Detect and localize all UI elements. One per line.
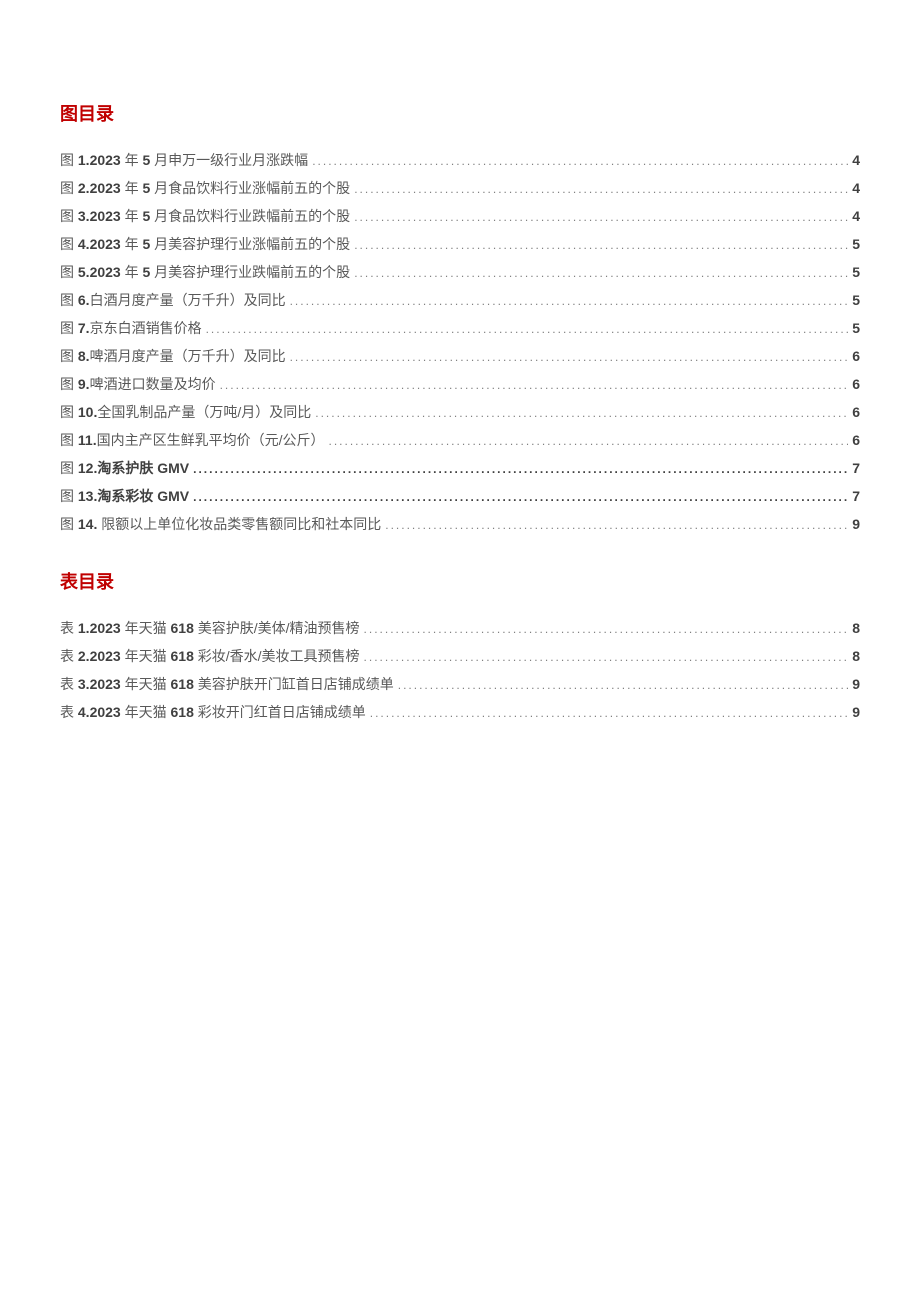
- figure-toc-row[interactable]: 图 10.全国乳制品产量（万吨/月）及同比...................…: [60, 398, 860, 426]
- toc-page-number: 4: [852, 174, 860, 202]
- figure-toc-row[interactable]: 图 13.淘系彩妆 GMV ..........................…: [60, 482, 860, 510]
- toc-entry-label: 表 4.2023 年天猫 618 彩妆开门红首日店铺成绩单: [60, 698, 366, 726]
- figure-toc-row[interactable]: 图 14. 限额以上单位化妆品类零售额同比和社本同比 .............…: [60, 510, 860, 538]
- toc-leader-dots: ........................................…: [354, 261, 848, 286]
- toc-leader-dots: ........................................…: [370, 701, 848, 726]
- toc-page-number: 6: [852, 342, 860, 370]
- toc-leader-dots: ........................................…: [364, 645, 849, 670]
- toc-page-number: 5: [852, 258, 860, 286]
- table-toc-row[interactable]: 表 1.2023 年天猫 618 美容护肤/美体/精油预售榜 .........…: [60, 614, 860, 642]
- figure-toc-row[interactable]: 图 7.京东白酒销售价格............................…: [60, 314, 860, 342]
- toc-page-number: 9: [852, 698, 860, 726]
- toc-page-number: 4: [852, 202, 860, 230]
- toc-page-number: 8: [852, 642, 860, 670]
- figure-toc-row[interactable]: 图 9.啤酒进口数量及均价...........................…: [60, 370, 860, 398]
- toc-entry-label: 图 8.啤酒月度产量（万千升）及同比: [60, 342, 286, 370]
- table-toc-row[interactable]: 表 3.2023 年天猫 618 美容护肤开门缸首日店铺成绩单 ........…: [60, 670, 860, 698]
- toc-entry-label: 表 2.2023 年天猫 618 彩妆/香水/美妆工具预售榜: [60, 642, 360, 670]
- toc-leader-dots: ........................................…: [354, 205, 848, 230]
- toc-page-number: 6: [852, 398, 860, 426]
- toc-leader-dots: ........................................…: [328, 429, 848, 454]
- toc-leader-dots: ........................................…: [220, 373, 849, 398]
- figure-toc-row[interactable]: 图 1.2023 年 5 月申万一级行业月涨跌幅................…: [60, 146, 860, 174]
- toc-entry-label: 图 5.2023 年 5 月美容护理行业跌幅前五的个股: [60, 258, 350, 286]
- toc-entry-label: 表 3.2023 年天猫 618 美容护肤开门缸首日店铺成绩单: [60, 670, 394, 698]
- toc-leader-dots: ........................................…: [290, 345, 849, 370]
- figure-toc-row[interactable]: 图 2.2023 年 5 月食品饮料行业涨幅前五的个股 ............…: [60, 174, 860, 202]
- toc-page-number: 8: [852, 614, 860, 642]
- toc-entry-label: 图 12.淘系护肤 GMV: [60, 454, 189, 482]
- toc-page-number: 6: [852, 370, 860, 398]
- toc-entry-label: 图 11.国内主产区生鲜乳平均价（元/公斤）: [60, 426, 324, 454]
- figure-toc-row[interactable]: 图 4.2023 年 5 月美容护理行业涨幅前五的个股.............…: [60, 230, 860, 258]
- toc-page-number: 9: [852, 670, 860, 698]
- toc-entry-label: 图 4.2023 年 5 月美容护理行业涨幅前五的个股: [60, 230, 350, 258]
- figures-heading: 图目录: [60, 100, 860, 126]
- toc-entry-label: 图 14. 限额以上单位化妆品类零售额同比和社本同比: [60, 510, 381, 538]
- toc-entry-label: 图 7.京东白酒销售价格: [60, 314, 202, 342]
- figure-toc-row[interactable]: 图 11.国内主产区生鲜乳平均价（元/公斤）..................…: [60, 426, 860, 454]
- toc-entry-label: 图 1.2023 年 5 月申万一级行业月涨跌幅: [60, 146, 308, 174]
- toc-page-number: 5: [852, 314, 860, 342]
- toc-page-number: 5: [852, 286, 860, 314]
- toc-page-number: 9: [852, 510, 860, 538]
- figure-toc-row[interactable]: 图 8.啤酒月度产量（万千升）及同比......................…: [60, 342, 860, 370]
- table-toc-row[interactable]: 表 4.2023 年天猫 618 彩妆开门红首日店铺成绩单...........…: [60, 698, 860, 726]
- toc-entry-label: 图 3.2023 年 5 月食品饮料行业跌幅前五的个股: [60, 202, 350, 230]
- toc-page-number: 4: [852, 146, 860, 174]
- toc-page-number: 5: [852, 230, 860, 258]
- toc-entry-label: 图 13.淘系彩妆 GMV: [60, 482, 189, 510]
- toc-leader-dots: ........................................…: [315, 401, 848, 426]
- toc-entry-label: 表 1.2023 年天猫 618 美容护肤/美体/精油预售榜: [60, 614, 360, 642]
- toc-entry-label: 图 9.啤酒进口数量及均价: [60, 370, 216, 398]
- figure-toc-row[interactable]: 图 6.白酒月度产量（万千升）及同比......................…: [60, 286, 860, 314]
- figures-toc: 图 1.2023 年 5 月申万一级行业月涨跌幅................…: [60, 146, 860, 538]
- tables-toc: 表 1.2023 年天猫 618 美容护肤/美体/精油预售榜 .........…: [60, 614, 860, 726]
- toc-page-number: 6: [852, 426, 860, 454]
- toc-leader-dots: ........................................…: [290, 289, 849, 314]
- figure-toc-row[interactable]: 图 3.2023 年 5 月食品饮料行业跌幅前五的个股.............…: [60, 202, 860, 230]
- toc-entry-label: 图 10.全国乳制品产量（万吨/月）及同比: [60, 398, 311, 426]
- tables-heading: 表目录: [60, 568, 860, 594]
- toc-leader-dots: ........................................…: [385, 513, 848, 538]
- toc-page-number: 7: [852, 482, 860, 510]
- toc-entry-label: 图 2.2023 年 5 月食品饮料行业涨幅前五的个股: [60, 174, 350, 202]
- figure-toc-row[interactable]: 图 12.淘系护肤 GMV ..........................…: [60, 454, 860, 482]
- toc-leader-dots: ........................................…: [354, 177, 848, 202]
- toc-leader-dots: ........................................…: [354, 233, 848, 258]
- toc-page-number: 7: [852, 454, 860, 482]
- toc-leader-dots: ........................................…: [206, 317, 849, 342]
- table-toc-row[interactable]: 表 2.2023 年天猫 618 彩妆/香水/美妆工具预售榜 .........…: [60, 642, 860, 670]
- toc-leader-dots: ........................................…: [312, 149, 848, 174]
- toc-leader-dots: ........................................…: [364, 617, 849, 642]
- toc-leader-dots: ........................................…: [398, 673, 848, 698]
- figure-toc-row[interactable]: 图 5.2023 年 5 月美容护理行业跌幅前五的个股.............…: [60, 258, 860, 286]
- toc-entry-label: 图 6.白酒月度产量（万千升）及同比: [60, 286, 286, 314]
- toc-leader-dots: ........................................…: [193, 457, 848, 482]
- toc-leader-dots: ........................................…: [193, 485, 848, 510]
